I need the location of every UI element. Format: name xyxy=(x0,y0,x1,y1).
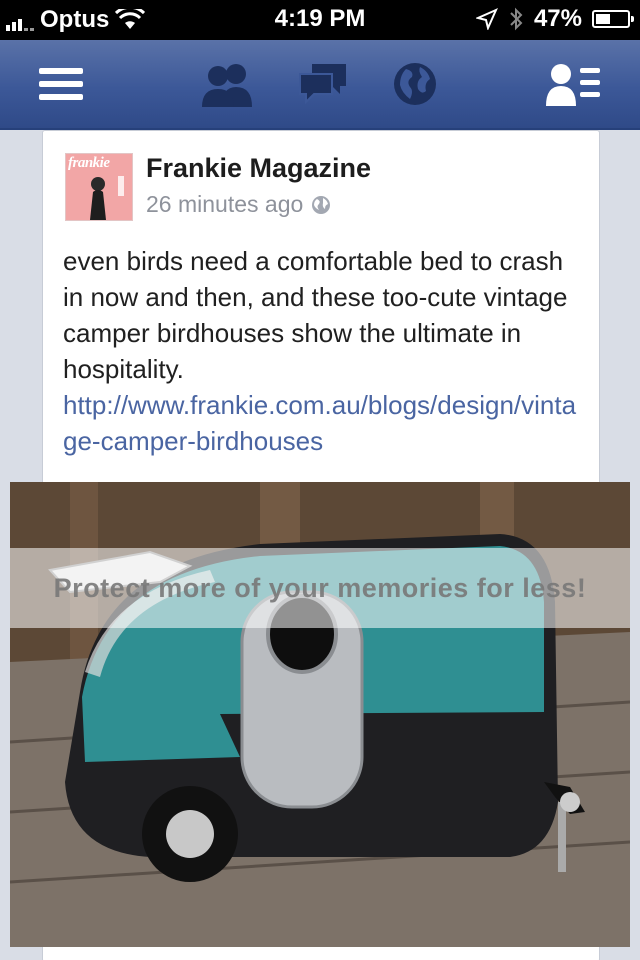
photobucket-watermark: Protect more of your memories for less! xyxy=(10,548,630,628)
cover-illustration xyxy=(90,176,124,220)
messages-button[interactable] xyxy=(290,40,356,128)
friend-requests-icon xyxy=(202,64,252,107)
post-link[interactable]: http://www.frankie.com.au/blogs/design/v… xyxy=(63,387,583,459)
battery-percent: 47% xyxy=(533,5,582,32)
notifications-button[interactable] xyxy=(382,40,448,128)
avatar[interactable]: frankie xyxy=(65,153,133,221)
post-body: even birds need a comfortable bed to cra… xyxy=(63,243,583,459)
menu-icon xyxy=(39,68,83,100)
post-author[interactable]: Frankie Magazine xyxy=(146,153,371,184)
menu-button[interactable] xyxy=(30,40,92,128)
facebook-nav-bar xyxy=(0,40,640,130)
post-meta: 26 minutes ago xyxy=(146,191,331,218)
contacts-icon xyxy=(546,64,600,106)
messages-icon xyxy=(299,64,346,105)
contacts-button[interactable] xyxy=(538,40,608,128)
globe-icon xyxy=(312,195,331,214)
bluetooth-icon xyxy=(510,7,523,31)
post-timestamp[interactable]: 26 minutes ago xyxy=(146,191,303,218)
notifications-globe-icon xyxy=(394,63,436,105)
status-bar: Optus 4:19 PM 47% xyxy=(0,0,640,40)
post-message: even birds need a comfortable bed to cra… xyxy=(63,246,568,384)
location-arrow-icon xyxy=(475,8,498,30)
battery-charging-icon xyxy=(592,10,634,28)
friend-requests-button[interactable] xyxy=(195,40,261,128)
